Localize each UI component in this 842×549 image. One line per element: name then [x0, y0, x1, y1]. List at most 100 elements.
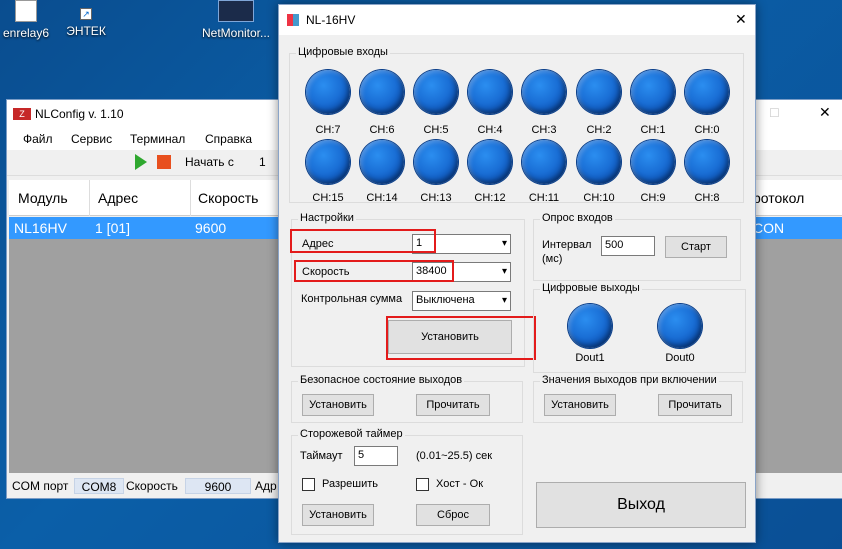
enrelay-app-icon	[15, 0, 37, 22]
watchdog-reset-button[interactable]: Сброс	[416, 504, 490, 526]
safe-state-group: Безопасное состояние выходов Установить …	[291, 374, 523, 423]
highlight-speed	[294, 260, 454, 282]
desktop-icon-netmonitor[interactable]: NetMonitor...	[196, 0, 276, 40]
desktop-icon-enrelay6[interactable]: enrelay6	[0, 0, 56, 40]
safe-state-title: Безопасное состояние выходов	[298, 374, 465, 386]
safe-state-set-button[interactable]: Установить	[302, 394, 374, 416]
checksum-value: Выключена	[416, 294, 475, 306]
netmonitor-app-icon	[218, 0, 254, 22]
label-ch15: CH:15	[312, 192, 344, 204]
exit-button[interactable]: Выход	[536, 482, 746, 528]
col-address[interactable]: Адрес	[98, 190, 138, 206]
label-ch3: CH:3	[531, 124, 557, 136]
digital-inputs-title: Цифровые входы	[296, 46, 390, 58]
timeout-input[interactable]: 5	[354, 446, 398, 466]
label-ch9: CH:9	[640, 192, 666, 204]
label-ch4: CH:4	[477, 124, 503, 136]
label-ch12: CH:12	[474, 192, 506, 204]
menu-terminal[interactable]: Терминал	[130, 132, 185, 146]
led-ch6	[360, 70, 404, 114]
led-ch14	[360, 140, 404, 184]
cell-address: 1 [01]	[95, 220, 131, 236]
label-dout1: Dout1	[575, 352, 605, 364]
led-ch7	[306, 70, 350, 114]
label-ch5: CH:5	[423, 124, 449, 136]
enable-label: Разрешить	[322, 478, 378, 490]
led-ch0	[685, 70, 729, 114]
timeout-range-label: (0.01~25.5) сек	[416, 450, 493, 462]
led-dout1	[568, 304, 612, 348]
chevron-down-icon: ▾	[501, 295, 507, 306]
desktop-icon-label: NetMonitor...	[201, 26, 271, 40]
led-ch15	[306, 140, 350, 184]
cell-module: NL16HV	[14, 220, 67, 236]
led-ch2	[577, 70, 621, 114]
menu-service[interactable]: Сервис	[71, 132, 112, 146]
digital-inputs-group: Цифровые входы CH:7 CH:6 CH:5 CH:4 CH:3 …	[289, 46, 744, 204]
label-ch11: CH:11	[528, 192, 560, 204]
power-on-read-button[interactable]: Прочитать	[658, 394, 732, 416]
col-protocol[interactable]: ротокол	[753, 190, 804, 206]
checksum-combobox[interactable]: Выключена ▾	[412, 291, 511, 311]
poll-inputs-group: Опрос входов Интервал (мс) 500 Старт	[533, 212, 741, 281]
interval-label: Интервал (мс)	[542, 239, 592, 265]
settings-title: Настройки	[298, 212, 356, 224]
chevron-down-icon: ▾	[501, 266, 507, 277]
watchdog-set-button[interactable]: Установить	[302, 504, 374, 526]
highlight-address	[290, 229, 436, 253]
col-module[interactable]: Модуль	[18, 190, 68, 206]
interval-input[interactable]: 500	[601, 236, 655, 256]
digital-outputs-group: Цифровые выходы Dout1 Dout0	[533, 282, 746, 373]
checksum-label: Контрольная сумма	[301, 293, 403, 305]
host-ok-label: Хост - Ок	[436, 478, 484, 490]
desktop-icon-label: enrelay6	[2, 26, 50, 40]
watchdog-title: Сторожевой таймер	[298, 428, 405, 440]
digital-outputs-title: Цифровые выходы	[540, 282, 642, 294]
cell-protocol: CON	[753, 220, 785, 236]
host-ok-checkbox[interactable]	[416, 478, 429, 491]
led-ch8	[685, 140, 729, 184]
led-ch12	[468, 140, 512, 184]
timeout-label: Таймаут	[300, 450, 343, 462]
start-button[interactable]: Старт	[665, 236, 727, 258]
col-speed[interactable]: Скорость	[198, 190, 258, 206]
label-ch14: CH:14	[366, 192, 398, 204]
status-speed-value: 9600	[185, 478, 251, 494]
safe-state-read-button[interactable]: Прочитать	[416, 394, 490, 416]
power-on-set-button[interactable]: Установить	[544, 394, 616, 416]
stop-icon[interactable]	[157, 155, 171, 169]
start-from-label: Начать с	[185, 155, 234, 169]
highlight-apply	[386, 316, 536, 360]
status-com-value: COM8	[74, 478, 124, 494]
desktop-icon-entek[interactable]: ↗ ЭНТЕК	[56, 0, 116, 38]
dialog-app-icon	[287, 14, 299, 26]
led-ch11	[522, 140, 566, 184]
play-icon[interactable]	[135, 154, 147, 170]
label-ch8: CH:8	[694, 192, 720, 204]
shortcut-arrow-icon: ↗	[80, 8, 92, 20]
enable-checkbox[interactable]	[302, 478, 315, 491]
cell-speed: 9600	[195, 220, 227, 236]
watchdog-group: Сторожевой таймер Таймаут 5 (0.01~25.5) …	[291, 428, 523, 535]
dialog-titlebar[interactable]: NL-16HV ✕	[279, 5, 755, 35]
dialog-close-icon[interactable]: ✕	[735, 11, 747, 28]
label-ch1: CH:1	[640, 124, 666, 136]
close-icon[interactable]: ✕	[819, 104, 831, 121]
dialog-title: NL-16HV	[306, 13, 356, 27]
led-ch13	[414, 140, 458, 184]
label-ch0: CH:0	[694, 124, 720, 136]
maximize-icon[interactable]: ☐	[769, 106, 780, 120]
label-dout0: Dout0	[665, 352, 695, 364]
desktop-icon-label: ЭНТЕК	[66, 24, 106, 38]
menu-help[interactable]: Справка	[205, 132, 252, 146]
status-speed-label: Скорость	[126, 479, 178, 493]
label-ch2: CH:2	[586, 124, 612, 136]
poll-inputs-title: Опрос входов	[540, 212, 615, 224]
label-ch7: CH:7	[315, 124, 341, 136]
power-on-values-title: Значения выходов при включении	[540, 374, 719, 386]
led-ch5	[414, 70, 458, 114]
led-ch4	[468, 70, 512, 114]
start-from-value[interactable]: 1	[259, 155, 266, 169]
power-on-values-group: Значения выходов при включении Установит…	[533, 374, 743, 423]
menu-file[interactable]: Файл	[23, 132, 53, 146]
